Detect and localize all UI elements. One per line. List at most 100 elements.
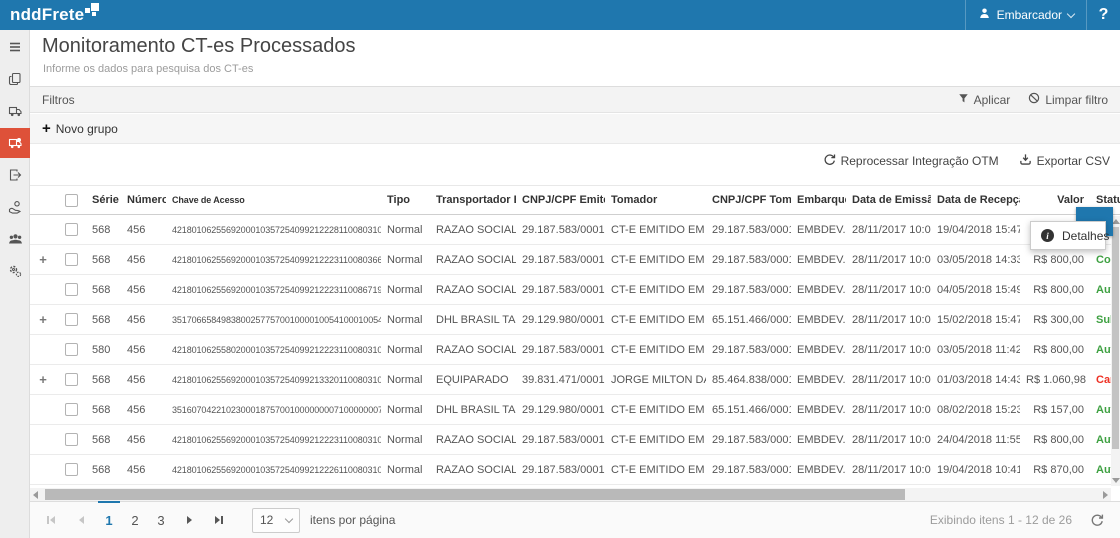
cell-recepcao: 24/04/2018 11:55: [931, 434, 1020, 446]
column-header-embarque[interactable]: Embarque: [791, 194, 846, 206]
sidebar-item-menu[interactable]: [0, 32, 30, 62]
apply-filter-button[interactable]: Aplicar: [958, 92, 1011, 107]
user-icon: [978, 7, 991, 23]
cte-table: SérieNúmeroChave de Acesso Tipo Transporta…: [30, 185, 1120, 487]
row-checkbox[interactable]: [65, 343, 78, 356]
export-csv-label: Exportar CSV: [1037, 154, 1110, 168]
cell-transportador: EQUIPARADO: [430, 374, 516, 386]
cell-embarque: EMBDEV.34...: [791, 344, 846, 356]
row-checkbox[interactable]: [65, 313, 78, 326]
sidebar-item-payment[interactable]: [0, 192, 30, 222]
horizontal-scrollbar[interactable]: [30, 488, 1111, 501]
vertical-scrollbar[interactable]: [1111, 216, 1120, 486]
cell-embarque: EMBDEV.28...: [791, 374, 846, 386]
user-profile-menu[interactable]: Embarcador: [965, 0, 1086, 30]
cell-serie: 568: [86, 464, 121, 476]
cell-numero: 456: [121, 374, 166, 386]
page-button-3[interactable]: 3: [148, 502, 174, 538]
column-header-tipo[interactable]: Tipo: [381, 194, 430, 206]
column-header-transportador[interactable]: Transportador Emi...: [430, 194, 516, 206]
cell-numero: 456: [121, 404, 166, 416]
refresh-grid-button[interactable]: [1090, 513, 1104, 527]
column-header-emissao[interactable]: Data de Emissão↓: [846, 194, 931, 206]
column-header-cnpj_emitente[interactable]: CNPJ/CPF Emitente: [516, 194, 605, 206]
expand-row-button[interactable]: +: [39, 372, 47, 387]
cell-valor: R$ 800,00: [1020, 344, 1090, 356]
column-header-valor[interactable]: Valor: [1020, 194, 1090, 206]
cell-valor: R$ 157,00: [1020, 404, 1090, 416]
page-button-2[interactable]: 2: [122, 502, 148, 538]
page-size-select[interactable]: 12: [252, 508, 300, 533]
export-csv-button[interactable]: Exportar CSV: [1019, 153, 1110, 169]
filters-panel-header: Filtros Aplicar Limpar filtro: [30, 86, 1120, 113]
expand-row-button[interactable]: +: [39, 312, 47, 327]
cell-embarque: EMBDEV.32...: [791, 224, 846, 236]
table-row: 5804564218010625580200010357254099212223…: [30, 335, 1120, 365]
new-group-button[interactable]: + Novo grupo: [42, 122, 118, 136]
cell-valor: R$ 800,00: [1020, 284, 1090, 296]
row-checkbox[interactable]: [65, 253, 78, 266]
sidebar-item-transport[interactable]: [0, 96, 30, 126]
page-button-1[interactable]: 1: [96, 502, 122, 538]
scroll-right-arrow[interactable]: [1103, 491, 1108, 499]
sidebar-item-cte-monitoring[interactable]: [0, 128, 30, 158]
help-button[interactable]: ?: [1086, 0, 1120, 30]
column-header-cnpj_tomador[interactable]: CNPJ/CPF Tomador: [706, 194, 791, 206]
column-header-chave[interactable]: Chave de Acesso: [166, 195, 381, 205]
filters-title: Filtros: [42, 93, 75, 107]
column-header-recepcao[interactable]: Data de Recepção: [931, 194, 1020, 206]
reprocess-otm-button[interactable]: Reprocessar Integração OTM: [823, 153, 999, 169]
scroll-down-arrow[interactable]: [1112, 478, 1120, 483]
cell-tipo: Normal: [381, 404, 430, 416]
horizontal-scrollbar-thumb[interactable]: [45, 489, 905, 500]
sidebar-item-users[interactable]: [0, 224, 30, 254]
cell-transportador: DHL BRASIL TAC: [430, 404, 516, 416]
row-checkbox[interactable]: [65, 463, 78, 476]
cell-emissao: 28/11/2017 10:02: [846, 374, 931, 386]
row-checkbox[interactable]: [65, 403, 78, 416]
cell-chave: 3516070422102300018757001000000007100000…: [166, 405, 381, 415]
cell-embarque: EMBDEV.32...: [791, 254, 846, 266]
cell-tomador: CT-E EMITIDO EM A...: [605, 344, 706, 356]
cell-serie: 568: [86, 404, 121, 416]
first-page-icon: [50, 516, 55, 524]
cell-tipo: Normal: [381, 284, 430, 296]
cell-numero: 456: [121, 254, 166, 266]
cell-expand: +: [30, 372, 56, 387]
expand-row-button[interactable]: +: [39, 252, 47, 267]
row-checkbox[interactable]: [65, 223, 78, 236]
page-number-list: 123: [96, 502, 174, 538]
column-header-label: Série: [92, 194, 119, 206]
column-header-numero[interactable]: Número: [121, 194, 166, 206]
column-header-label: Tipo: [387, 194, 410, 206]
last-page-button[interactable]: [204, 502, 234, 538]
scroll-left-arrow[interactable]: [33, 491, 38, 499]
sidebar-item-sign-out[interactable]: [0, 160, 30, 190]
row-checkbox[interactable]: [65, 433, 78, 446]
first-page-button[interactable]: [36, 502, 66, 538]
select-all-checkbox[interactable]: [65, 194, 78, 207]
prev-page-button[interactable]: [66, 502, 96, 538]
row-actions-menu-details[interactable]: Detalhes: [1030, 221, 1106, 250]
top-bar: nddFrete Embarcador ?: [0, 0, 1120, 30]
table-row: 5684564218010625569200010357254099212223…: [30, 275, 1120, 305]
column-header-tomador[interactable]: Tomador: [605, 194, 706, 206]
sidebar-item-documents[interactable]: [0, 64, 30, 94]
cell-emissao: 28/11/2017 10:02: [846, 344, 931, 356]
app-window: nddFrete Embarcador ?: [0, 0, 1120, 538]
sidebar-item-settings[interactable]: [0, 256, 30, 286]
scroll-up-arrow[interactable]: [1112, 219, 1120, 224]
row-checkbox[interactable]: [65, 373, 78, 386]
next-page-button[interactable]: [174, 502, 204, 538]
column-header-serie[interactable]: Série: [86, 194, 121, 206]
column-header-status[interactable]: Status: [1090, 194, 1120, 206]
cell-cnpj_tomador: 29.187.583/0001-93: [706, 254, 791, 266]
cell-cnpj_emitente: 29.187.583/0001-93: [516, 434, 605, 446]
clear-filter-button[interactable]: Limpar filtro: [1028, 92, 1108, 107]
cell-tipo: Normal: [381, 374, 430, 386]
vertical-scrollbar-thumb[interactable]: [1112, 227, 1119, 449]
row-checkbox[interactable]: [65, 283, 78, 296]
cell-transportador: RAZAO SOCIAL S.A: [430, 434, 516, 446]
cell-cnpj_emitente: 29.129.980/0001-09: [516, 314, 605, 326]
apply-filter-label: Aplicar: [974, 93, 1011, 107]
